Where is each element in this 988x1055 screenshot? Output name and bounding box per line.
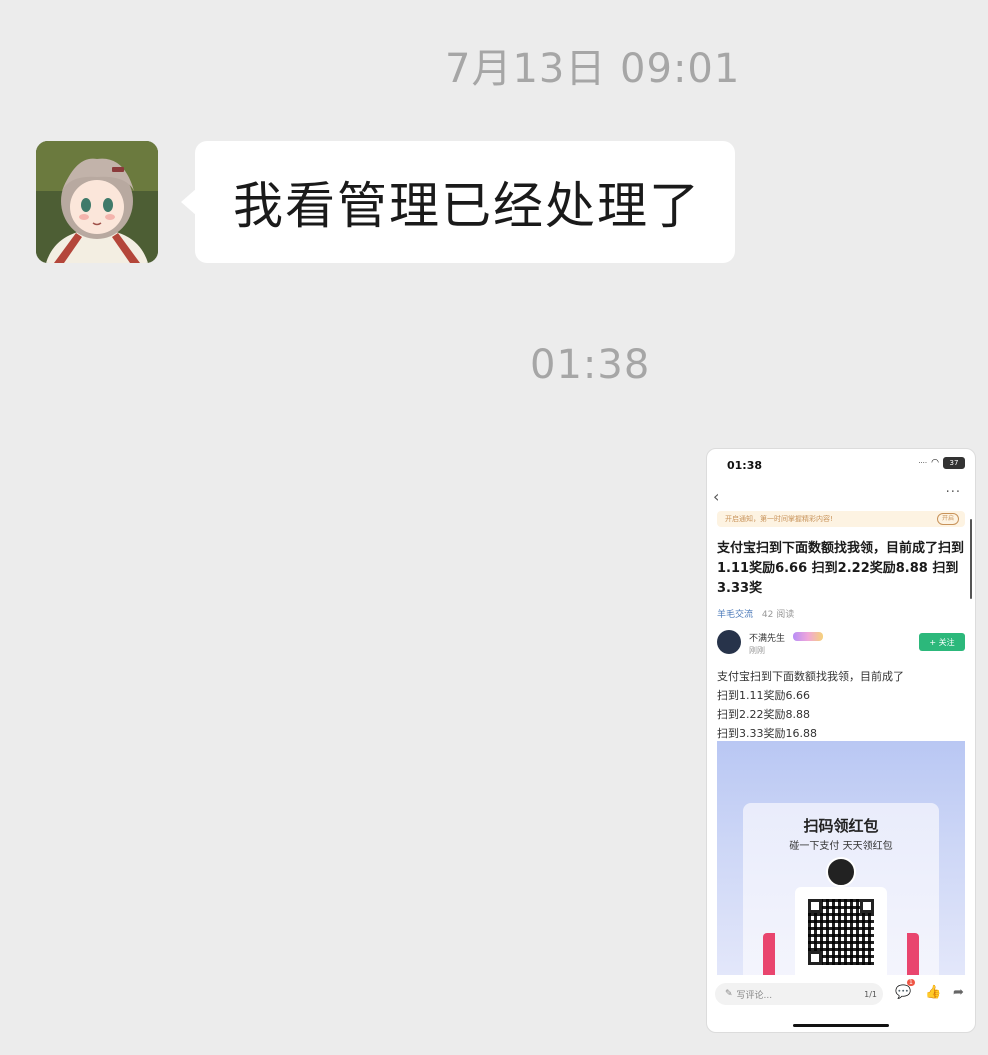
follow-button: + 关注 — [919, 633, 965, 651]
pen-icon: ✎ — [725, 989, 733, 999]
badge-icon — [793, 632, 823, 641]
author-avatar — [717, 630, 741, 654]
page-indicator: 1/1 — [864, 989, 877, 999]
anime-avatar-icon — [36, 141, 158, 263]
home-indicator — [793, 1024, 889, 1027]
post-category: 羊毛交流 — [717, 610, 754, 620]
author-name: 不满先生 — [749, 634, 786, 644]
qr-corner — [808, 899, 822, 913]
battery-icon: 37 — [943, 457, 965, 469]
qr-code-icon — [808, 899, 874, 965]
timestamp: 01:38 — [530, 342, 651, 388]
scrollbar — [970, 519, 972, 599]
body-line: 扫到2.22奖励8.88 — [717, 708, 810, 721]
notice-text: 开启通知，第一时间掌握精彩内容! — [725, 515, 833, 523]
message-bubble[interactable]: 我看管理已经处理了 — [195, 141, 735, 263]
share-icon: ➦ — [953, 985, 964, 1000]
comment-count: 1 — [907, 979, 915, 986]
body-line: 支付宝扫到下面数额找我领，目前成了 — [717, 670, 904, 683]
status-time: 01:38 — [727, 459, 763, 472]
signal-icon: ···· — [918, 459, 928, 467]
status-icons: ···· ◠ 37 — [918, 457, 965, 469]
red-frame-left — [763, 933, 775, 975]
wifi-icon: ◠ — [931, 458, 939, 468]
body-line: 扫到1.11奖励6.66 — [717, 689, 810, 702]
comment-placeholder: 写评论... — [736, 990, 773, 1001]
comment-icon: 💬 — [895, 985, 912, 1000]
author-time: 刚刚 — [749, 646, 765, 655]
comment-input: ✎ 写评论... 1/1 — [715, 983, 883, 1005]
back-icon: ‹ — [713, 487, 720, 506]
logo-icon — [826, 857, 856, 887]
image-message[interactable]: 01:38 ···· ◠ 37 ‹ ··· 开启通知，第一时间掌握精彩内容! 开… — [706, 448, 976, 1033]
timestamp: 7月13日 09:01 — [445, 46, 741, 92]
message-text: 我看管理已经处理了 — [233, 177, 701, 235]
notice-button: 开启 — [936, 513, 959, 525]
qr-corner — [808, 951, 822, 965]
qr-corner — [860, 899, 874, 913]
notice-bar: 开启通知，第一时间掌握精彩内容! 开启 — [717, 511, 965, 527]
post-title: 支付宝扫到下面数额找我领，目前成了扫到1.11奖励6.66 扫到2.22奖励8.… — [717, 541, 965, 596]
like-icon: 👍 — [925, 985, 942, 1000]
poster-subtitle: 碰一下支付 天天领红包 — [789, 841, 893, 852]
more-icon: ··· — [945, 485, 961, 500]
post-body: 支付宝扫到下面数额找我领，目前成了 扫到1.11奖励6.66 扫到2.22奖励8… — [717, 667, 904, 743]
poster-image: 扫码领红包 碰一下支付 天天领红包 — [717, 741, 965, 975]
poster-title: 扫码领红包 — [803, 817, 879, 835]
red-frame-right — [907, 933, 919, 975]
post-reads: 42 阅读 — [761, 610, 795, 620]
comment-bar: ✎ 写评论... 1/1 💬 1 👍 ➦ — [707, 979, 975, 1011]
contact-avatar[interactable] — [36, 141, 158, 263]
post-meta: 羊毛交流 42 阅读 — [717, 607, 794, 620]
